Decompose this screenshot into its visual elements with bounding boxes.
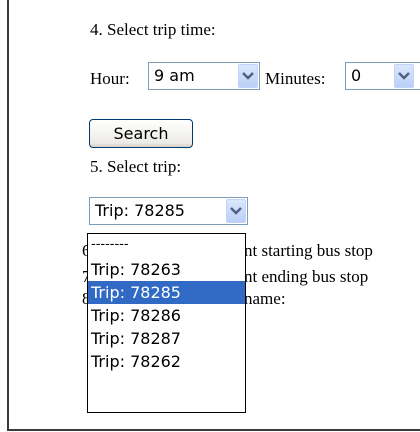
hour-select[interactable]: 9 am <box>148 62 260 90</box>
chevron-down-icon[interactable] <box>238 64 258 88</box>
trip-dropdown-list[interactable]: -------- Trip: 78263 Trip: 78285 Trip: 7… <box>87 233 246 413</box>
step-7-label-fragment: nt ending bus stop <box>244 267 369 286</box>
chevron-down-icon[interactable] <box>394 64 414 88</box>
minutes-select[interactable]: 0 <box>345 62 420 90</box>
trip-select-value: Trip: 78285 <box>95 201 185 220</box>
trip-select[interactable]: Trip: 78285 <box>89 197 248 225</box>
minutes-label: Minutes: <box>265 69 326 88</box>
search-button[interactable]: Search <box>89 119 193 148</box>
trip-option-selected[interactable]: Trip: 78285 <box>88 281 245 304</box>
step-6-label-fragment: nt starting bus stop <box>244 241 373 260</box>
hour-select-value: 9 am <box>154 66 195 85</box>
step-8-label-fragment: name: <box>244 289 286 308</box>
minutes-select-value: 0 <box>351 66 362 85</box>
trip-option[interactable]: Trip: 78263 <box>88 258 245 281</box>
hour-label: Hour: <box>90 69 130 88</box>
step-5-label: 5. Select trip: <box>90 157 182 176</box>
trip-option-separator[interactable]: -------- <box>88 234 245 258</box>
trip-option[interactable]: Trip: 78287 <box>88 327 245 350</box>
trip-option[interactable]: Trip: 78286 <box>88 304 245 327</box>
chevron-down-icon[interactable] <box>226 199 246 223</box>
step-4-label: 4. Select trip time: <box>90 20 216 39</box>
trip-option[interactable]: Trip: 78262 <box>88 350 245 373</box>
